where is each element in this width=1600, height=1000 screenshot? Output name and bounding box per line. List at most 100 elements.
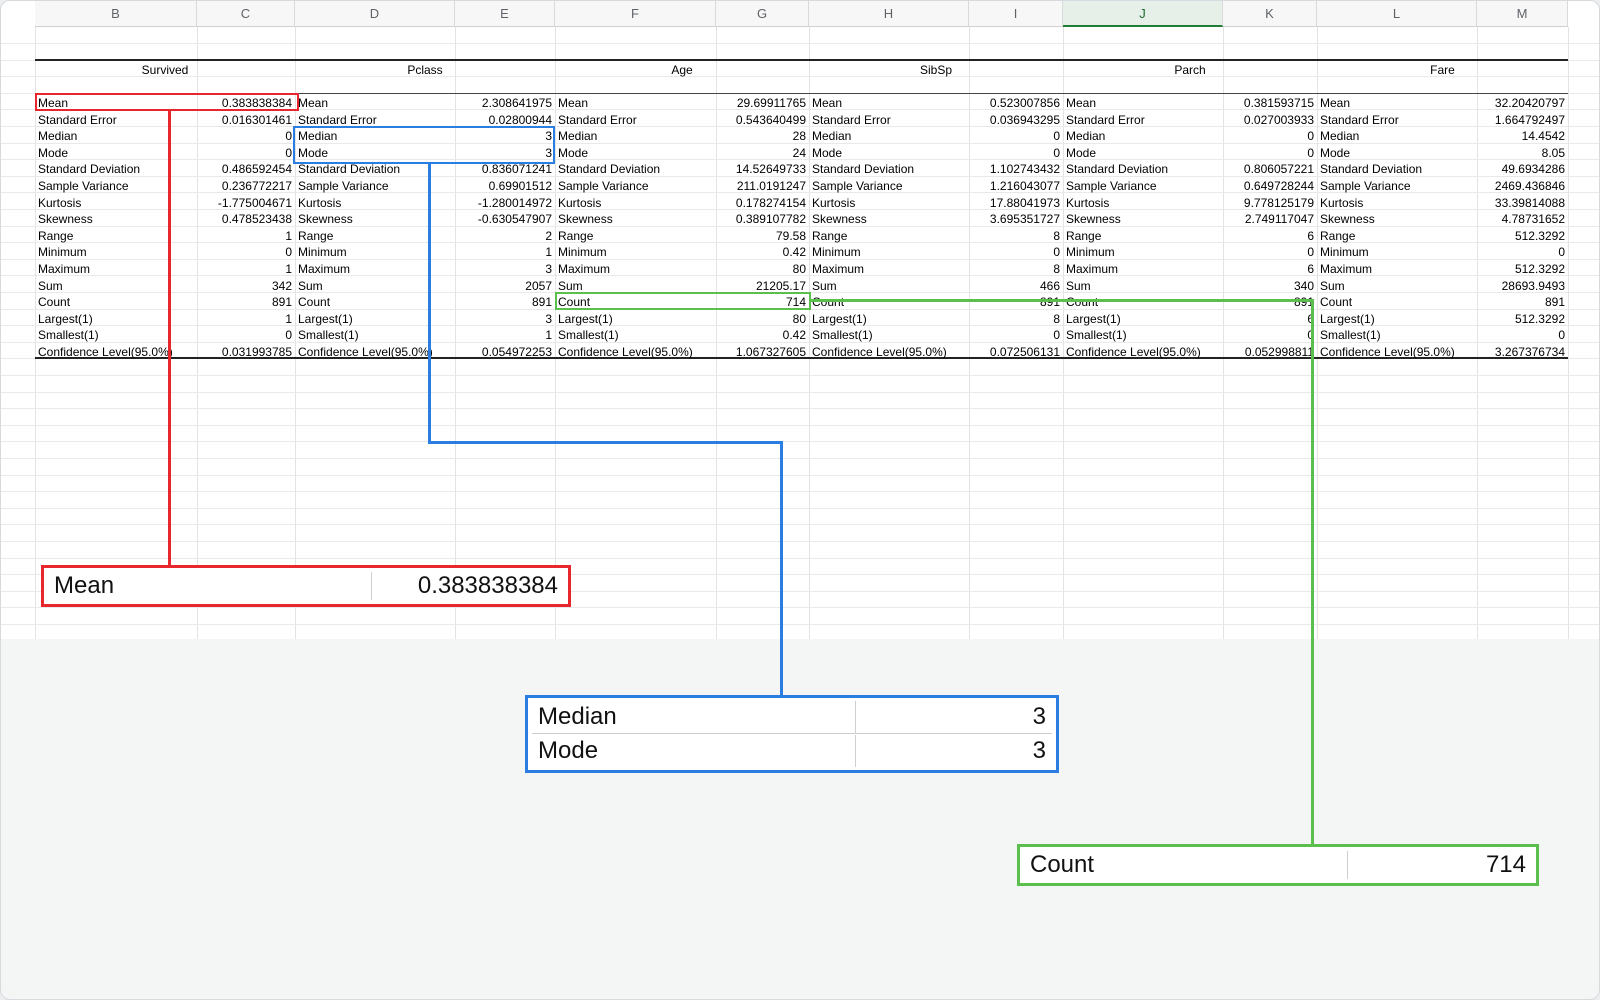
stat-label[interactable]: Kurtosis xyxy=(558,195,601,211)
stat-value[interactable]: -1.280014972 xyxy=(455,195,552,211)
stat-value[interactable]: 3.695351727 xyxy=(969,211,1060,227)
stat-label[interactable]: Skewness xyxy=(1320,211,1375,227)
stat-value[interactable]: 0.389107782 xyxy=(716,211,806,227)
stat-value[interactable]: 0 xyxy=(1477,327,1565,343)
column-header-g[interactable]: G xyxy=(716,1,809,27)
stat-value[interactable]: 512.3292 xyxy=(1477,311,1565,327)
stat-label[interactable]: Standard Error xyxy=(812,112,891,128)
stat-value[interactable]: 8 xyxy=(969,311,1060,327)
stat-value[interactable]: 0 xyxy=(197,244,292,260)
stat-value[interactable]: 3 xyxy=(455,311,552,327)
stat-value[interactable]: 1.102743432 xyxy=(969,161,1060,177)
stat-label[interactable]: Mean xyxy=(1320,95,1350,111)
stat-label[interactable]: Range xyxy=(298,228,333,244)
stat-value[interactable]: 0.478523438 xyxy=(197,211,292,227)
stat-label[interactable]: Median xyxy=(1066,128,1105,144)
stat-value[interactable]: 0.036943295 xyxy=(969,112,1060,128)
stat-label[interactable]: Mode xyxy=(1066,145,1096,161)
stat-label[interactable]: Standard Deviation xyxy=(812,161,914,177)
stat-value[interactable]: 6 xyxy=(1223,311,1314,327)
stat-value[interactable]: 79.58 xyxy=(716,228,806,244)
stat-value[interactable]: 0 xyxy=(197,327,292,343)
stat-label[interactable]: Minimum xyxy=(558,244,607,260)
stat-value[interactable]: 9.778125179 xyxy=(1223,195,1314,211)
stat-value[interactable]: 0.69901512 xyxy=(455,178,552,194)
stat-label[interactable]: Smallest(1) xyxy=(1320,327,1381,343)
stat-label[interactable]: Count xyxy=(1320,294,1352,310)
variable-header-survived[interactable]: Survived xyxy=(35,62,295,78)
stat-label[interactable]: Sample Variance xyxy=(38,178,129,194)
stat-value[interactable]: 29.69911765 xyxy=(716,95,806,111)
stat-label[interactable]: Sample Variance xyxy=(298,178,389,194)
stat-label[interactable]: Standard Error xyxy=(1320,112,1399,128)
stat-value[interactable]: 2 xyxy=(455,228,552,244)
stat-label[interactable]: Standard Deviation xyxy=(558,161,660,177)
stat-value[interactable]: 8.05 xyxy=(1477,145,1565,161)
stat-value[interactable]: 0 xyxy=(969,128,1060,144)
stat-value[interactable]: 512.3292 xyxy=(1477,228,1565,244)
stat-value[interactable]: 3 xyxy=(455,261,552,277)
stat-value[interactable]: 32.20420797 xyxy=(1477,95,1565,111)
variable-header-pclass[interactable]: Pclass xyxy=(295,62,555,78)
column-header-k[interactable]: K xyxy=(1223,1,1317,27)
stat-label[interactable]: Sum xyxy=(38,278,63,294)
variable-header-parch[interactable]: Parch xyxy=(1063,62,1317,78)
stat-value[interactable]: 2469.436846 xyxy=(1477,178,1565,194)
stat-value[interactable]: 0.543640499 xyxy=(716,112,806,128)
stat-label[interactable]: Minimum xyxy=(812,244,861,260)
column-header-i[interactable]: I xyxy=(969,1,1063,27)
stat-label[interactable]: Count xyxy=(812,294,844,310)
stat-value[interactable]: 0.072506131 xyxy=(969,344,1060,360)
stat-label[interactable]: Median xyxy=(558,128,597,144)
stat-label[interactable]: Maximum xyxy=(1066,261,1118,277)
stat-value[interactable]: 6 xyxy=(1223,261,1314,277)
stat-value[interactable]: 1 xyxy=(197,228,292,244)
stat-value[interactable]: 0 xyxy=(969,145,1060,161)
column-header-m[interactable]: M xyxy=(1477,1,1568,27)
stat-value[interactable]: 891 xyxy=(1223,294,1314,310)
stat-label[interactable]: Mode xyxy=(1320,145,1350,161)
stat-value[interactable]: 340 xyxy=(1223,278,1314,294)
stat-label[interactable]: Standard Deviation xyxy=(1320,161,1422,177)
stat-value[interactable]: 28 xyxy=(716,128,806,144)
stat-label[interactable]: Skewness xyxy=(38,211,93,227)
stat-label[interactable]: Skewness xyxy=(812,211,867,227)
stat-value[interactable]: 0.649728244 xyxy=(1223,178,1314,194)
stat-label[interactable]: Standard Deviation xyxy=(1066,161,1168,177)
stat-label[interactable]: Count xyxy=(38,294,70,310)
stat-value[interactable]: 1 xyxy=(455,327,552,343)
stat-value[interactable]: 14.52649733 xyxy=(716,161,806,177)
stat-value[interactable]: 0.016301461 xyxy=(197,112,292,128)
stat-label[interactable]: Skewness xyxy=(558,211,613,227)
stat-label[interactable]: Sum xyxy=(1320,278,1345,294)
column-header-c[interactable]: C xyxy=(197,1,295,27)
stat-label[interactable]: Largest(1) xyxy=(812,311,867,327)
stat-value[interactable]: 2.749117047 xyxy=(1223,211,1314,227)
stat-value[interactable]: 0 xyxy=(197,145,292,161)
stat-value[interactable]: 0.381593715 xyxy=(1223,95,1314,111)
stat-label[interactable]: Largest(1) xyxy=(558,311,613,327)
stat-value[interactable]: 8 xyxy=(969,228,1060,244)
stat-label[interactable]: Smallest(1) xyxy=(38,327,99,343)
stat-value[interactable]: 0 xyxy=(1477,244,1565,260)
stat-value[interactable]: 1.664792497 xyxy=(1477,112,1565,128)
column-header-e[interactable]: E xyxy=(455,1,555,27)
stat-value[interactable]: 0 xyxy=(1223,327,1314,343)
stat-label[interactable]: Sum xyxy=(812,278,837,294)
stat-label[interactable]: Maximum xyxy=(298,261,350,277)
stat-label[interactable]: Skewness xyxy=(1066,211,1121,227)
stat-label[interactable]: Count xyxy=(1066,294,1098,310)
stat-value[interactable]: 2057 xyxy=(455,278,552,294)
stat-value[interactable]: 17.88041973 xyxy=(969,195,1060,211)
stat-value[interactable]: 0.027003933 xyxy=(1223,112,1314,128)
stat-label[interactable]: Confidence Level(95.0%) xyxy=(812,344,947,360)
variable-header-sibsp[interactable]: SibSp xyxy=(809,62,1063,78)
stat-label[interactable]: Kurtosis xyxy=(1320,195,1363,211)
stat-value[interactable]: 0 xyxy=(969,327,1060,343)
stat-value[interactable]: 0 xyxy=(969,244,1060,260)
stat-label[interactable]: Sample Variance xyxy=(1066,178,1157,194)
stat-value[interactable]: 0.054972253 xyxy=(455,344,552,360)
stat-value[interactable]: 1 xyxy=(197,261,292,277)
stat-value[interactable]: 0.806057221 xyxy=(1223,161,1314,177)
stat-label[interactable]: Confidence Level(95.0%) xyxy=(38,344,173,360)
